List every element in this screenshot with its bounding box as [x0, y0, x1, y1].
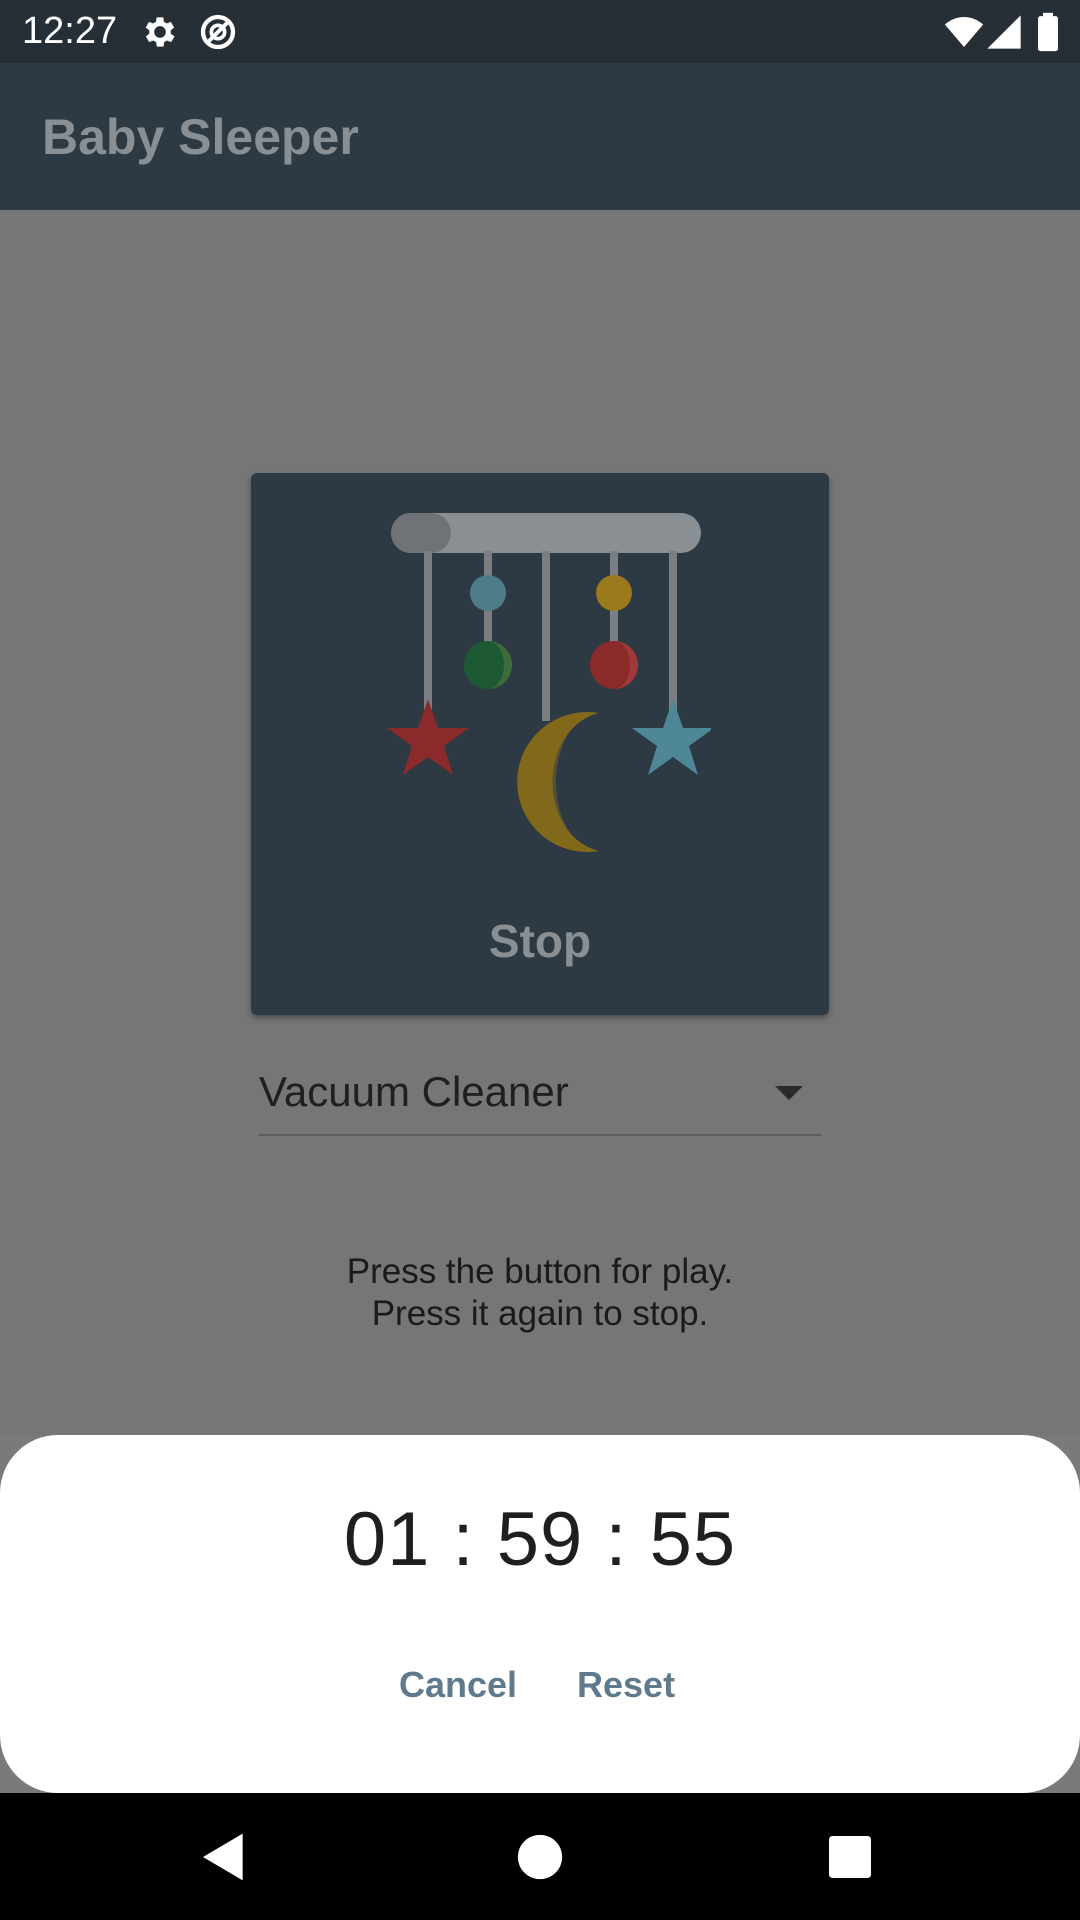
status-time: 12:27: [22, 10, 118, 52]
instructions-text: Press the button for play. Press it agai…: [0, 1251, 1080, 1335]
instructions-line-1: Press the button for play.: [346, 1252, 734, 1291]
wifi-icon: [944, 17, 984, 47]
play-stop-label: Stop: [488, 915, 592, 967]
recents-icon[interactable]: [822, 1829, 878, 1885]
battery-icon: [1038, 12, 1058, 52]
home-icon[interactable]: [512, 1829, 568, 1885]
app-title: Baby Sleeper: [42, 109, 359, 165]
reset-button[interactable]: Reset: [577, 1663, 675, 1707]
countdown-timer: 01 : 59 : 55: [343, 1497, 737, 1582]
instructions-line-2: Press it again to stop.: [371, 1294, 709, 1333]
play-stop-button[interactable]: Stop: [251, 473, 829, 1015]
cancel-button[interactable]: Cancel: [399, 1663, 517, 1707]
data-saver-icon: [200, 14, 236, 50]
sound-selector-value: Vacuum Cleaner: [259, 1068, 569, 1115]
chevron-down-icon: [775, 1086, 803, 1100]
settings-icon: [145, 17, 175, 47]
back-icon[interactable]: [196, 1829, 252, 1885]
app-bar: Baby Sleeper: [0, 63, 1080, 210]
navigation-bar: [0, 1793, 1080, 1920]
status-bar: 12:27: [0, 0, 1080, 63]
baby-mobile-icon: [387, 513, 711, 852]
timer-bottom-sheet: 01 : 59 : 55 Cancel Reset: [0, 1435, 1080, 1793]
signal-icon: [987, 15, 1021, 49]
sound-selector-dropdown[interactable]: Vacuum Cleaner: [259, 1060, 821, 1136]
